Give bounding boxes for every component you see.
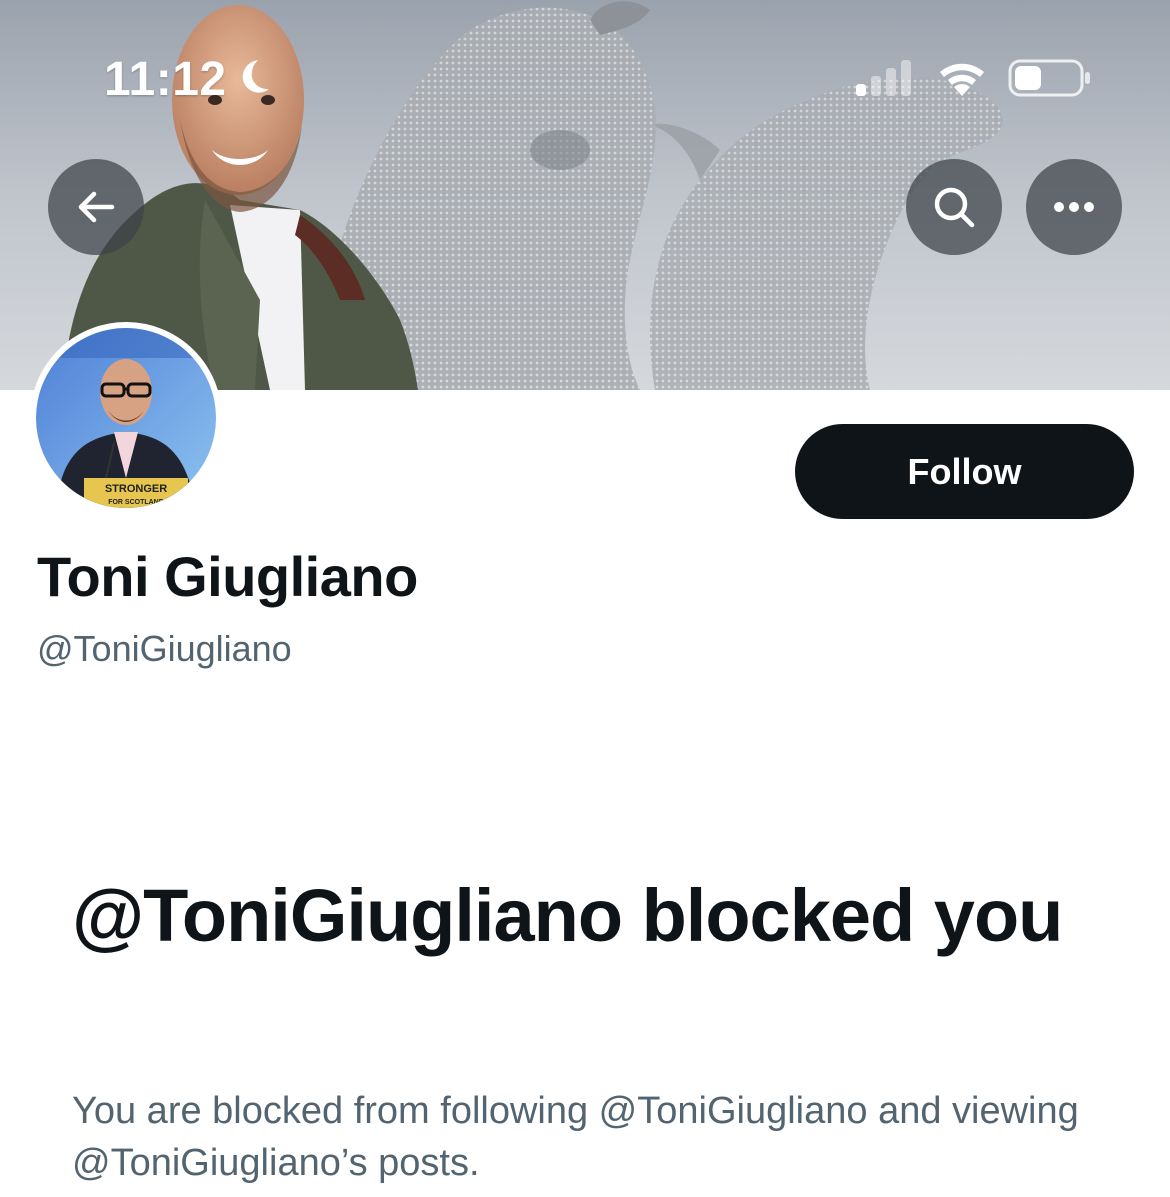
more-horizontal-icon (1054, 202, 1094, 212)
cellular-signal-icon (856, 60, 911, 96)
follow-button[interactable]: Follow (795, 424, 1134, 519)
arrow-left-icon (78, 191, 115, 223)
status-bar: 11:12 (0, 0, 1170, 120)
battery-icon (1008, 59, 1090, 97)
podium-text-1: STRONGER (105, 483, 167, 495)
back-button[interactable] (48, 159, 144, 255)
profile-avatar[interactable]: STRONGER FOR SCOTLAND (30, 322, 222, 514)
moon-icon (242, 60, 269, 93)
search-button[interactable] (906, 159, 1002, 255)
profile-screen: 11:12 STRONGER FOR SCOTLAND Follow Toni … (0, 0, 1170, 1197)
avatar-image: STRONGER FOR SCOTLAND (36, 328, 216, 508)
wifi-icon (940, 63, 984, 96)
more-options-button[interactable] (1026, 159, 1122, 255)
user-handle: @ToniGiugliano (37, 628, 292, 669)
status-time: 11:12 (104, 53, 227, 106)
display-name: Toni Giugliano (37, 545, 418, 608)
blocked-heading: @ToniGiugliano blocked you (72, 874, 1063, 957)
blocked-description: You are blocked from following @ToniGiug… (72, 1090, 1079, 1184)
podium-text-2: FOR SCOTLAND (108, 499, 164, 506)
search-icon (934, 187, 975, 228)
